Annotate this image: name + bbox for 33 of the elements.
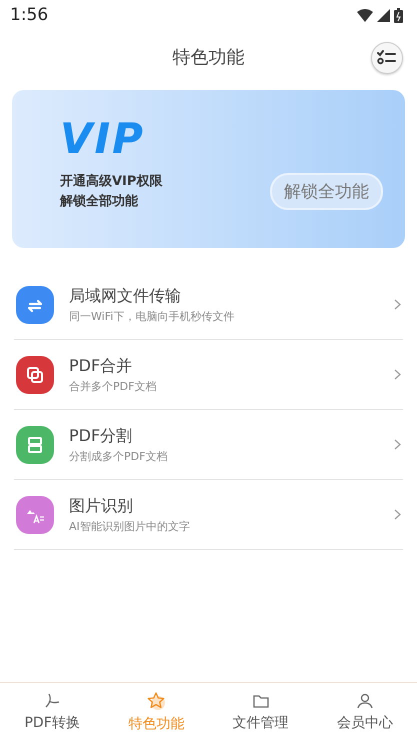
feature-subtitle: 同一WiFi下，电脑向手机秒传文件 — [69, 308, 236, 324]
page-title: 特色功能 — [172, 46, 244, 69]
unlock-button[interactable]: 解锁全功能 — [270, 173, 383, 210]
feature-subtitle: 分割成多个PDF文档 — [69, 448, 168, 464]
feature-subtitle: 合并多个PDF文档 — [69, 378, 158, 394]
checklist-button[interactable] — [371, 42, 403, 74]
banner-text: 解锁全部功能 — [60, 192, 139, 211]
nav-tab[interactable]: PDF转换 — [0, 683, 104, 741]
wifi-icon — [357, 8, 373, 22]
banner-text: 开通高级VIP权限 — [60, 172, 162, 191]
feature-title: 图片识别 — [69, 496, 134, 516]
status-time: 1:56 — [10, 5, 48, 25]
person-icon — [356, 692, 374, 710]
feature-title: 局域网文件传输 — [69, 286, 182, 306]
chevron-icon — [394, 439, 401, 450]
checklist-icon — [377, 49, 397, 67]
feature-item[interactable]: 图片识别 AI智能识别图片中的文字 — [14, 480, 403, 550]
pdf-icon — [43, 692, 62, 710]
signal-icon — [377, 8, 390, 22]
feature-item[interactable]: PDF合并 合并多个PDF文档 — [14, 340, 403, 410]
star-icon — [146, 691, 166, 711]
vip-logo: VIP — [60, 118, 146, 160]
chevron-icon — [394, 509, 401, 520]
chevron-icon — [394, 369, 401, 380]
feature-title: PDF合并 — [69, 356, 134, 376]
nav-tab[interactable]: 文件管理 — [208, 683, 313, 741]
chevron-icon — [394, 299, 401, 310]
feature-item[interactable]: PDF分割 分割成多个PDF文档 — [14, 410, 403, 480]
battery-icon — [394, 8, 403, 22]
feature-subtitle: AI智能识别图片中的文字 — [69, 518, 191, 534]
nav-tab[interactable]: 会员中心 — [312, 683, 417, 741]
feature-item[interactable]: 局域网文件传输 同一WiFi下，电脑向手机秒传文件 — [14, 270, 403, 340]
feature-title: PDF分割 — [69, 426, 134, 446]
